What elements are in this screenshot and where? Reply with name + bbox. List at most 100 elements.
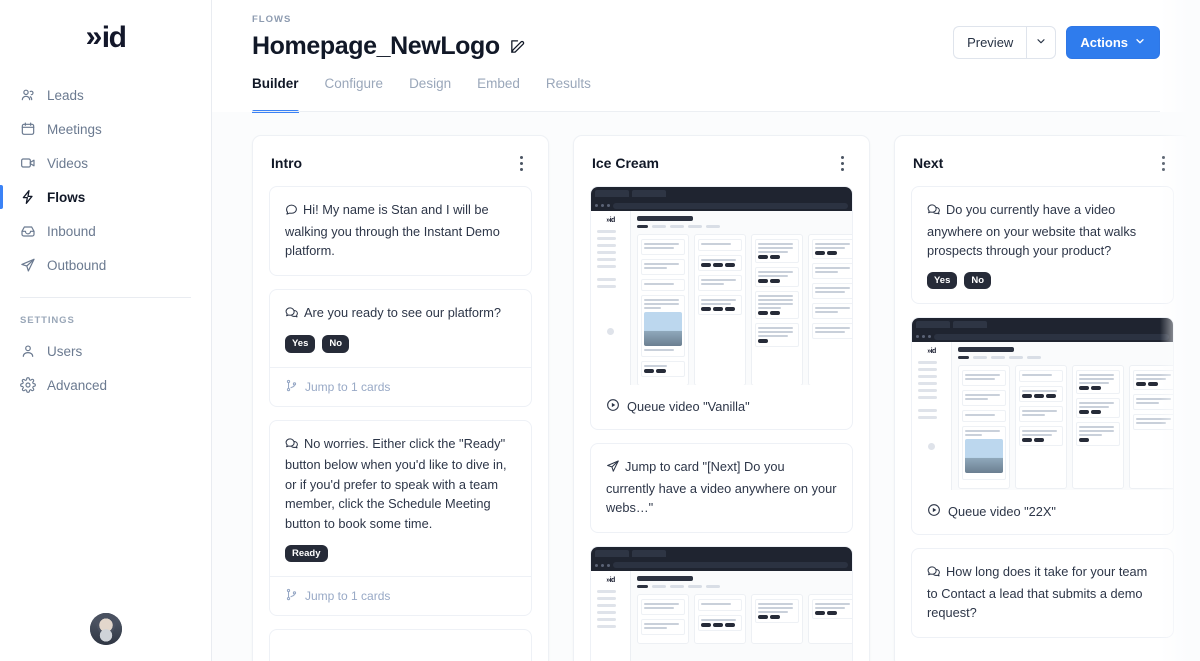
card-body: No worries. Either click the "Ready" but…	[270, 421, 531, 576]
avatar[interactable]	[89, 613, 122, 645]
column-header: Next	[911, 136, 1174, 186]
chip-yes[interactable]: Yes	[927, 271, 958, 290]
chevron-down-icon	[1134, 35, 1146, 50]
card-footer-text: Jump to 1 cards	[305, 379, 391, 394]
column-title: Intro	[271, 155, 303, 171]
actions-button-label: Actions	[1080, 35, 1128, 50]
card-footer-jump[interactable]: Jump to 1 cards	[270, 575, 531, 615]
flow-card[interactable]: How long does it take for your team to C…	[911, 548, 1174, 638]
flow-card-video[interactable]: »id	[911, 317, 1174, 536]
chip-ready[interactable]: Ready	[285, 544, 328, 562]
video-camera-icon	[20, 155, 36, 171]
page-title: Homepage_NewLogo	[252, 32, 500, 60]
sidebar-item-outbound[interactable]: Outbound	[0, 248, 211, 282]
card-text-wrap: Are you ready to see our platform?	[285, 303, 516, 325]
sidebar-item-inbound[interactable]: Inbound	[0, 214, 211, 248]
actions-button[interactable]: Actions	[1066, 26, 1160, 59]
preview-button[interactable]: Preview	[953, 26, 1027, 59]
queue-video-row: Queue video "22X"	[912, 490, 1173, 534]
column-header: Ice Cream	[590, 136, 853, 186]
app-screenshot-thumbnail: »id	[912, 318, 1173, 491]
board-column-next[interactable]: Next Do you currently have a video anywh…	[894, 135, 1191, 661]
mini-logo: »id	[606, 217, 615, 224]
card-footer-jump[interactable]: Jump to 1 cards	[270, 366, 531, 406]
double-speech-bubble-icon	[285, 436, 299, 456]
sidebar-item-leads[interactable]: Leads	[0, 78, 211, 112]
card-text: Hi! My name is Stan and I will be walkin…	[285, 202, 500, 259]
tab-results[interactable]: Results	[546, 76, 591, 112]
chip-no[interactable]: No	[964, 271, 992, 290]
card-body: Are you ready to see our platform? Yes N…	[270, 290, 531, 367]
sidebar-item-meetings[interactable]: Meetings	[0, 112, 211, 146]
tab-builder[interactable]: Builder	[252, 76, 299, 113]
avatar-photo	[89, 613, 122, 645]
sidebar-item-advanced[interactable]: Advanced	[0, 368, 211, 402]
chevron-down-icon	[1035, 35, 1047, 50]
flow-card[interactable]: No worries. Either click the "Ready" but…	[269, 419, 532, 616]
kebab-menu-icon[interactable]	[833, 153, 851, 173]
card-body: Do you currently have a video anywhere o…	[912, 187, 1173, 303]
tab-bar: Builder Configure Design Embed Results	[252, 76, 1160, 113]
card-text: Jump to card "[Next] Do you currently ha…	[606, 459, 837, 516]
card-text-wrap: No worries. Either click the "Ready" but…	[285, 434, 516, 534]
brand-logo[interactable]: » id	[0, 0, 211, 70]
card-text: Queue video "Vanilla"	[627, 399, 750, 414]
tab-design[interactable]: Design	[409, 76, 451, 112]
sidebar-item-videos[interactable]: Videos	[0, 146, 211, 180]
logo-chevrons-icon: »	[85, 20, 103, 53]
main-content: FLOWS Homepage_NewLogo Builder Configure…	[212, 0, 1200, 661]
chip-no[interactable]: No	[322, 335, 350, 353]
tab-configure[interactable]: Configure	[325, 76, 384, 112]
paper-plane-icon	[606, 459, 620, 479]
flow-card-video-partial[interactable]: »id	[590, 545, 853, 661]
card-body: How long does it take for your team to C…	[912, 549, 1173, 637]
mini-logo: »id	[927, 348, 936, 356]
tab-embed[interactable]: Embed	[477, 76, 520, 112]
play-circle-icon	[606, 398, 620, 415]
logo-text: id	[101, 21, 127, 54]
flow-card-partial[interactable]	[269, 628, 532, 661]
app-screenshot-thumbnail: »id	[591, 546, 852, 661]
board-column-intro[interactable]: Intro Hi! My name is Stan and I will be …	[252, 135, 549, 661]
flow-card-video[interactable]: »id	[590, 186, 853, 430]
app-root: » id Leads Meetings Videos Flows Inbound…	[0, 0, 1200, 661]
card-text-wrap: Jump to card "[Next] Do you currently ha…	[606, 457, 837, 518]
flow-card-jump[interactable]: Jump to card "[Next] Do you currently ha…	[590, 443, 853, 533]
sidebar-item-users[interactable]: Users	[0, 334, 211, 368]
pencil-square-icon[interactable]	[509, 38, 526, 55]
card-body: Jump to card "[Next] Do you currently ha…	[591, 444, 852, 532]
column-title: Next	[913, 155, 944, 171]
sidebar-item-flows[interactable]: Flows	[0, 180, 211, 214]
sidebar-item-label: Flows	[47, 189, 86, 205]
column-title: Ice Cream	[592, 155, 659, 171]
paper-plane-icon	[20, 257, 36, 273]
branch-icon	[285, 588, 298, 604]
preview-dropdown-button[interactable]	[1026, 26, 1057, 59]
card-text: How long does it take for your team to C…	[927, 564, 1148, 621]
chip-yes[interactable]: Yes	[285, 335, 316, 353]
avatar-container	[0, 613, 211, 645]
double-speech-bubble-icon	[927, 564, 941, 584]
card-body: Hi! My name is Stan and I will be walkin…	[270, 187, 531, 275]
primary-nav: Leads Meetings Videos Flows Inbound Outb…	[0, 70, 211, 402]
flow-card[interactable]: Are you ready to see our platform? Yes N…	[269, 288, 532, 407]
kebab-menu-icon[interactable]	[512, 153, 530, 173]
double-speech-bubble-icon	[927, 202, 941, 222]
kebab-menu-icon[interactable]	[1154, 153, 1172, 173]
flow-board[interactable]: Intro Hi! My name is Stan and I will be …	[212, 112, 1200, 661]
sidebar-item-label: Inbound	[47, 223, 96, 239]
preview-button-group: Preview	[953, 26, 1057, 59]
header-actions: Preview Actions	[953, 26, 1160, 59]
sidebar-item-label: Users	[47, 343, 83, 359]
board-column-ice-cream[interactable]: Ice Cream »id Queue video "Vanilla" Jump…	[573, 135, 870, 661]
card-chips: Yes No	[927, 271, 1158, 290]
card-text: Queue video "22X"	[948, 504, 1056, 520]
card-text-wrap: Do you currently have a video anywhere o…	[927, 200, 1158, 261]
user-icon	[20, 343, 36, 359]
flow-card[interactable]: Hi! My name is Stan and I will be walkin…	[269, 186, 532, 276]
breadcrumb[interactable]: FLOWS	[252, 14, 1160, 25]
flow-card[interactable]: Do you currently have a video anywhere o…	[911, 186, 1174, 305]
sidebar-section-settings: SETTINGS	[20, 315, 75, 326]
double-speech-bubble-icon	[285, 305, 299, 325]
play-circle-icon	[927, 503, 941, 520]
